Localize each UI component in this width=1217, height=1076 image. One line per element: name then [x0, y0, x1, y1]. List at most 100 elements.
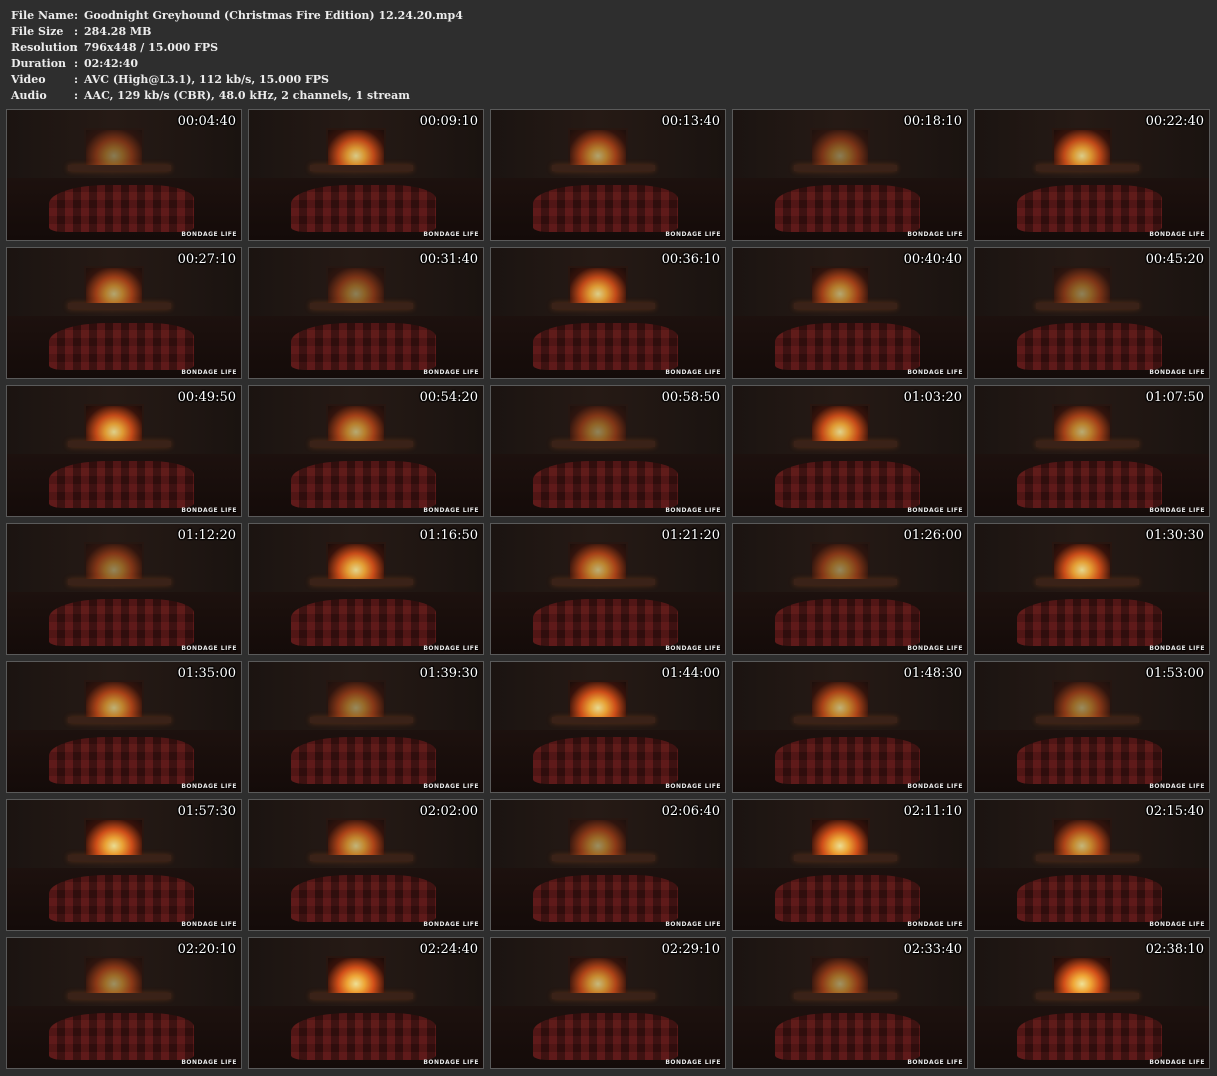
thumbnail-timestamp: 01:16:50	[419, 528, 478, 543]
watermark-logo: BONDAGE LIFE	[181, 783, 237, 790]
info-row-audio: Audio : AAC, 129 kb/s (CBR), 48.0 kHz, 2…	[11, 88, 463, 104]
watermark-logo: BONDAGE LIFE	[665, 507, 721, 514]
video-thumbnail: 00:04:40 BONDAGE LIFE	[6, 109, 242, 241]
scene-mantel	[67, 992, 171, 999]
fireplace-image	[1052, 266, 1113, 307]
thumbnail-timestamp: 01:57:30	[177, 804, 236, 819]
video-thumbnail: 01:48:30 BONDAGE LIFE	[732, 661, 968, 793]
info-row-file-name: File Name : Goodnight Greyhound (Christm…	[11, 8, 463, 24]
fireplace-image	[810, 680, 871, 721]
scene-mantel	[1035, 578, 1139, 585]
scene-mantel	[67, 164, 171, 171]
fireplace-image	[810, 404, 871, 445]
thumbnail-timestamp: 01:35:00	[177, 666, 236, 681]
scene-mantel	[1035, 440, 1139, 447]
scene-mantel	[67, 302, 171, 309]
watermark-logo: BONDAGE LIFE	[423, 231, 479, 238]
watermark-logo: BONDAGE LIFE	[665, 645, 721, 652]
watermark-logo: BONDAGE LIFE	[665, 231, 721, 238]
scene-mantel	[67, 578, 171, 585]
video-thumbnail: 01:12:20 BONDAGE LIFE	[6, 523, 242, 655]
plaid-blanket-image	[291, 599, 437, 647]
watermark-logo: BONDAGE LIFE	[423, 921, 479, 928]
video-thumbnail: 00:27:10 BONDAGE LIFE	[6, 247, 242, 379]
plaid-blanket-image	[49, 185, 195, 233]
plaid-blanket-image	[533, 737, 679, 785]
video-thumbnail: 00:18:10 BONDAGE LIFE	[732, 109, 968, 241]
thumbnail-timestamp: 00:49:50	[177, 390, 236, 405]
info-separator: :	[74, 9, 79, 22]
info-label: Video	[11, 73, 46, 86]
thumbnail-timestamp: 00:22:40	[1145, 114, 1204, 129]
video-thumbnail: 01:44:00 BONDAGE LIFE	[490, 661, 726, 793]
plaid-blanket-image	[533, 599, 679, 647]
thumbnail-grid: 00:04:40 BONDAGE LIFE 00:09:10 BONDAGE LIFE…	[6, 109, 1212, 1069]
plaid-blanket-image	[291, 737, 437, 785]
scene-mantel	[309, 164, 413, 171]
watermark-logo: BONDAGE LIFE	[1149, 783, 1205, 790]
info-separator: :	[74, 73, 79, 86]
watermark-logo: BONDAGE LIFE	[181, 231, 237, 238]
video-thumbnail: 02:33:40 BONDAGE LIFE	[732, 937, 968, 1069]
watermark-logo: BONDAGE LIFE	[1149, 1059, 1205, 1066]
plaid-blanket-image	[533, 461, 679, 509]
watermark-logo: BONDAGE LIFE	[181, 921, 237, 928]
watermark-logo: BONDAGE LIFE	[907, 369, 963, 376]
watermark-logo: BONDAGE LIFE	[1149, 645, 1205, 652]
plaid-blanket-image	[775, 323, 921, 371]
scene-mantel	[1035, 854, 1139, 861]
scene-mantel	[67, 716, 171, 723]
fireplace-image	[84, 128, 145, 169]
scene-mantel	[793, 716, 897, 723]
plaid-blanket-image	[291, 875, 437, 923]
video-thumbnail: 02:15:40 BONDAGE LIFE	[974, 799, 1210, 931]
plaid-blanket-image	[1017, 875, 1163, 923]
thumbnail-timestamp: 01:07:50	[1145, 390, 1204, 405]
thumbnail-timestamp: 02:24:40	[419, 942, 478, 957]
plaid-blanket-image	[1017, 599, 1163, 647]
video-thumbnail: 00:09:10 BONDAGE LIFE	[248, 109, 484, 241]
thumbnail-timestamp: 00:18:10	[903, 114, 962, 129]
plaid-blanket-image	[291, 323, 437, 371]
thumbnail-timestamp: 00:04:40	[177, 114, 236, 129]
thumbnail-timestamp: 01:48:30	[903, 666, 962, 681]
info-label: File Name	[11, 9, 74, 22]
video-thumbnail: 01:16:50 BONDAGE LIFE	[248, 523, 484, 655]
fireplace-image	[568, 818, 629, 859]
fireplace-image	[326, 404, 387, 445]
thumbnail-timestamp: 02:20:10	[177, 942, 236, 957]
video-thumbnail: 02:11:10 BONDAGE LIFE	[732, 799, 968, 931]
info-value: AVC (High@L3.1), 112 kb/s, 15.000 FPS	[84, 73, 329, 86]
thumbnail-timestamp: 02:29:10	[661, 942, 720, 957]
video-thumbnail: 00:13:40 BONDAGE LIFE	[490, 109, 726, 241]
video-thumbnail: 02:20:10 BONDAGE LIFE	[6, 937, 242, 1069]
scene-mantel	[1035, 992, 1139, 999]
plaid-blanket-image	[775, 599, 921, 647]
watermark-logo: BONDAGE LIFE	[907, 1059, 963, 1066]
scene-mantel	[793, 578, 897, 585]
watermark-logo: BONDAGE LIFE	[181, 1059, 237, 1066]
watermark-logo: BONDAGE LIFE	[1149, 369, 1205, 376]
plaid-blanket-image	[1017, 461, 1163, 509]
plaid-blanket-image	[533, 1013, 679, 1061]
plaid-blanket-image	[291, 185, 437, 233]
info-label: Duration	[11, 57, 67, 70]
fireplace-image	[84, 404, 145, 445]
thumbnail-timestamp: 02:11:10	[903, 804, 962, 819]
scene-mantel	[1035, 302, 1139, 309]
fireplace-image	[84, 956, 145, 997]
plaid-blanket-image	[1017, 185, 1163, 233]
fireplace-image	[326, 956, 387, 997]
watermark-logo: BONDAGE LIFE	[907, 921, 963, 928]
video-thumbnail: 02:38:10 BONDAGE LIFE	[974, 937, 1210, 1069]
info-separator: :	[74, 89, 79, 102]
video-thumbnail: 00:58:50 BONDAGE LIFE	[490, 385, 726, 517]
video-thumbnail: 01:03:20 BONDAGE LIFE	[732, 385, 968, 517]
info-label: Resolution	[11, 41, 78, 54]
watermark-logo: BONDAGE LIFE	[665, 369, 721, 376]
plaid-blanket-image	[775, 185, 921, 233]
video-thumbnail: 00:45:20 BONDAGE LIFE	[974, 247, 1210, 379]
fireplace-image	[84, 266, 145, 307]
info-row-duration: Duration : 02:42:40	[11, 56, 463, 72]
plaid-blanket-image	[49, 1013, 195, 1061]
